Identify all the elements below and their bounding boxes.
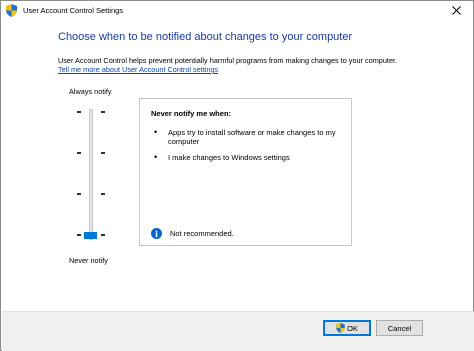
- info-icon: i: [151, 228, 162, 239]
- uac-settings-window: User Account Control Settings Choose whe…: [0, 0, 474, 351]
- window-title: User Account Control Settings: [23, 6, 124, 15]
- slider-track[interactable]: [89, 109, 93, 240]
- slider-tick: [77, 234, 81, 236]
- bullet-text: Apps try to install software or make cha…: [168, 128, 336, 146]
- level-description-panel: Never notify me when: • Apps try to inst…: [139, 98, 352, 246]
- bullet-text: I make changes to Windows settings: [168, 153, 290, 162]
- cancel-label: Cancel: [387, 323, 412, 333]
- bullet-icon: •: [154, 127, 158, 137]
- panel-title: Never notify me when:: [151, 109, 232, 118]
- slider-tick: [101, 234, 105, 236]
- bullet-icon: •: [154, 152, 158, 162]
- uac-shield-icon: [336, 323, 345, 333]
- cancel-button[interactable]: Cancel: [376, 320, 423, 336]
- slider-tick: [101, 111, 105, 113]
- page-heading: Choose when to be notified about changes…: [58, 31, 353, 43]
- slider-tick: [77, 152, 81, 154]
- slider-bottom-label: Never notify: [69, 256, 108, 265]
- ok-label: OK: [347, 323, 358, 333]
- close-button[interactable]: [447, 2, 465, 19]
- title-bar: User Account Control Settings: [1, 1, 473, 21]
- slider-thumb[interactable]: [84, 232, 97, 239]
- uac-shield-icon: [6, 4, 17, 17]
- slider-tick: [101, 193, 105, 195]
- help-link[interactable]: Tell me more about User Account Control …: [58, 65, 218, 74]
- ok-button[interactable]: OK: [323, 320, 371, 336]
- list-item: • I make changes to Windows settings: [154, 152, 344, 163]
- slider-tick: [77, 193, 81, 195]
- button-bar: OK Cancel: [2, 311, 474, 351]
- slider-top-label: Always notify: [69, 87, 112, 96]
- recommendation-text: Not recommended.: [170, 229, 234, 238]
- close-icon: [451, 6, 461, 15]
- recommendation-note: i Not recommended.: [151, 228, 234, 239]
- description-text: User Account Control helps prevent poten…: [58, 56, 398, 65]
- slider-tick: [101, 152, 105, 154]
- slider-tick: [77, 111, 81, 113]
- notification-level-slider[interactable]: [75, 105, 107, 245]
- list-item: • Apps try to install software or make c…: [154, 127, 344, 147]
- bullet-list: • Apps try to install software or make c…: [154, 128, 344, 169]
